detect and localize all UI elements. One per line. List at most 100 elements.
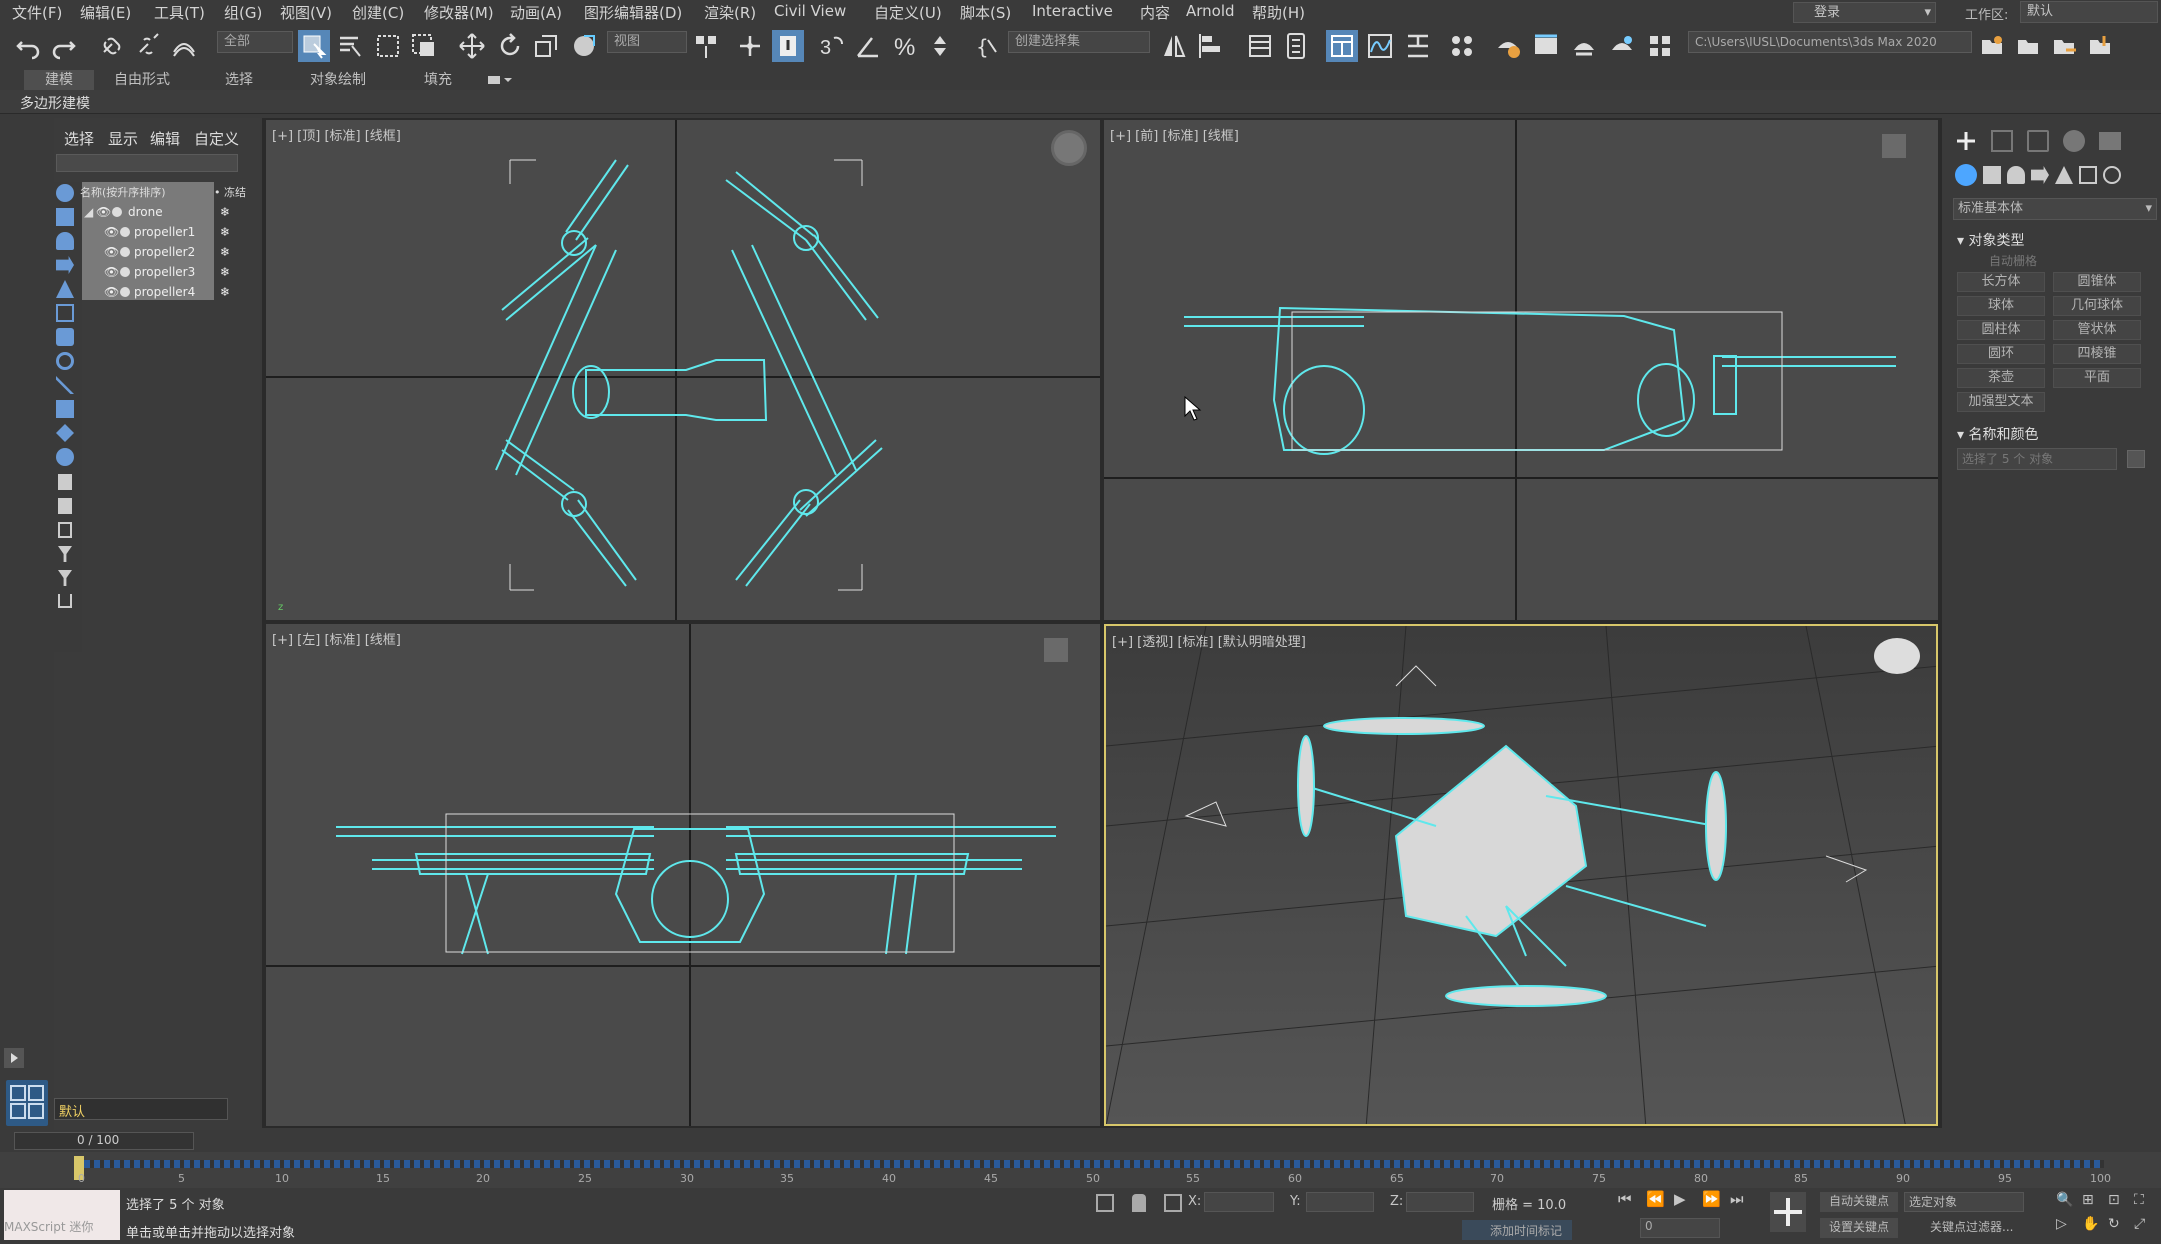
menu-content[interactable]: 内容 bbox=[1140, 2, 1170, 23]
plane-button[interactable]: 平面 bbox=[2053, 368, 2141, 388]
redo-icon[interactable] bbox=[48, 30, 80, 62]
select-by-name-icon[interactable] bbox=[334, 30, 366, 62]
login-dropdown[interactable]: 登录 ▾ bbox=[1793, 2, 1936, 23]
primitive-type-dropdown[interactable]: 标准基本体 ▾ bbox=[1953, 198, 2157, 220]
filter-all-icon[interactable] bbox=[58, 570, 72, 586]
expand-arrow-icon[interactable]: ◢ bbox=[84, 202, 93, 222]
menu-interactive[interactable]: Interactive bbox=[1032, 2, 1113, 20]
viewport-front[interactable]: [+] [前] [标准] [线框] bbox=[1104, 120, 1938, 620]
menu-views[interactable]: 视图(V) bbox=[280, 2, 332, 23]
project-path-dropdown[interactable]: C:\Users\IUSL\Documents\3ds Max 2020 bbox=[1688, 31, 1972, 53]
freeze-icon[interactable]: ❄ bbox=[220, 222, 230, 242]
timeline-track[interactable]: 0 5 10 15 20 25 30 35 40 45 50 55 60 65 … bbox=[0, 1152, 2161, 1188]
orbit-icon[interactable]: ↻ bbox=[2108, 1216, 2120, 1232]
named-selection-dropdown[interactable]: 创建选择集 bbox=[1008, 31, 1150, 53]
menu-create[interactable]: 创建(C) bbox=[352, 2, 404, 23]
menu-tools[interactable]: 工具(T) bbox=[154, 2, 205, 23]
menu-rendering[interactable]: 渲染(R) bbox=[704, 2, 756, 23]
lights-category-icon[interactable] bbox=[2007, 166, 2025, 184]
visibility-eye-icon[interactable]: 👁 bbox=[104, 262, 119, 282]
setkey-button[interactable]: 设置关键点 bbox=[1820, 1218, 1898, 1238]
viewport-top[interactable]: [+] [顶] [标准] [线框] z bbox=[266, 120, 1100, 620]
layer-manager-icon[interactable] bbox=[1244, 30, 1276, 62]
display-lights-icon[interactable] bbox=[56, 232, 74, 250]
scene-search-input[interactable] bbox=[56, 154, 238, 172]
systems-category-icon[interactable] bbox=[2103, 166, 2121, 184]
display-containers-icon[interactable] bbox=[56, 400, 74, 418]
display-list-icon[interactable] bbox=[58, 474, 72, 490]
menu-edit[interactable]: 编辑(E) bbox=[80, 2, 131, 23]
display-xrefs-icon[interactable] bbox=[56, 352, 74, 370]
cylinder-button[interactable]: 圆柱体 bbox=[1957, 320, 2045, 340]
shapes-category-icon[interactable] bbox=[1983, 166, 2001, 184]
display-groups-icon[interactable] bbox=[56, 328, 74, 346]
x-coord-field[interactable] bbox=[1204, 1192, 1274, 1212]
object-color-swatch[interactable] bbox=[2127, 450, 2145, 468]
freeze-icon[interactable]: ❄ bbox=[220, 282, 230, 302]
render-production-icon[interactable] bbox=[1568, 30, 1600, 62]
box-button[interactable]: 长方体 bbox=[1957, 272, 2045, 292]
angle-snap-icon[interactable] bbox=[852, 30, 884, 62]
teapot-button[interactable]: 茶壶 bbox=[1957, 368, 2045, 388]
display-cameras-icon[interactable] bbox=[56, 256, 74, 274]
menu-animation[interactable]: 动画(A) bbox=[510, 2, 562, 23]
tube-button[interactable]: 管状体 bbox=[2053, 320, 2141, 340]
visibility-eye-icon[interactable]: 👁 bbox=[104, 222, 119, 242]
geometry-category-icon[interactable] bbox=[1955, 164, 1977, 186]
pyramid-button[interactable]: 四棱锥 bbox=[2053, 344, 2141, 364]
rendered-frame-window-icon[interactable] bbox=[1530, 30, 1562, 62]
spacewarps-category-icon[interactable] bbox=[2079, 166, 2097, 184]
menu-civil-view[interactable]: Civil View bbox=[774, 2, 846, 20]
freeze-icon[interactable]: ❄ bbox=[220, 202, 230, 222]
zoom-extents-icon[interactable]: ⊡ bbox=[2108, 1192, 2120, 1208]
maximize-viewport-icon[interactable]: ⤢ bbox=[2134, 1216, 2145, 1232]
rollout-name-color[interactable]: ▾ 名称和颜色 bbox=[1957, 424, 2038, 444]
rect-selection-icon[interactable] bbox=[372, 30, 404, 62]
isolate-selection-icon[interactable] bbox=[1096, 1194, 1114, 1212]
current-frame-field[interactable]: 0 bbox=[1640, 1218, 1720, 1238]
geosphere-button[interactable]: 几何球体 bbox=[2053, 296, 2141, 316]
visibility-eye-icon[interactable]: 👁 bbox=[104, 282, 119, 302]
torus-button[interactable]: 圆环 bbox=[1957, 344, 2045, 364]
scene-tab-display[interactable]: 显示 bbox=[108, 128, 138, 149]
helpers-category-icon[interactable] bbox=[2055, 166, 2073, 184]
object-name-field[interactable]: 选择了 5 个 对象 bbox=[1957, 448, 2117, 470]
project-folder-icon[interactable] bbox=[1976, 30, 2008, 62]
menu-scripting[interactable]: 脚本(S) bbox=[960, 2, 1011, 23]
ribbon-tab-freeform[interactable]: 自由形式 bbox=[104, 70, 180, 90]
layer-dropdown[interactable]: 默认 bbox=[54, 1098, 228, 1120]
freeze-column-header[interactable]: • 冻结 bbox=[214, 184, 246, 200]
edit-named-selection-icon[interactable]: { bbox=[972, 30, 1004, 62]
pivot-icon[interactable] bbox=[690, 30, 722, 62]
scene-tab-customize[interactable]: 自定义 bbox=[194, 128, 239, 149]
autogrid-checkbox[interactable]: 自动栅格 bbox=[1989, 252, 2037, 269]
y-coord-field[interactable] bbox=[1306, 1192, 1374, 1212]
display-helpers-icon[interactable] bbox=[56, 280, 74, 298]
mirror-icon[interactable] bbox=[1158, 30, 1190, 62]
ribbon-tab-selection[interactable]: 选择 bbox=[208, 70, 270, 90]
ribbon-options-icon[interactable] bbox=[484, 72, 514, 88]
scale-icon[interactable] bbox=[530, 30, 562, 62]
display-bones-icon[interactable] bbox=[56, 376, 74, 394]
go-to-end-icon[interactable]: ⏭ bbox=[1730, 1190, 1744, 1208]
bind-spacewarp-icon[interactable] bbox=[168, 30, 200, 62]
key-filters-button[interactable]: 关键点过滤器... bbox=[1926, 1218, 2026, 1238]
keyboard-shortcut-override-icon[interactable] bbox=[772, 30, 804, 62]
prev-frame-icon[interactable]: ⏪ bbox=[1646, 1190, 1665, 1208]
spinner-snap-icon[interactable] bbox=[926, 30, 958, 62]
rotate-icon[interactable] bbox=[494, 30, 526, 62]
ribbon-tab-populate[interactable]: 填充 bbox=[408, 70, 468, 90]
menu-file[interactable]: 文件(F) bbox=[12, 2, 62, 23]
toggle-ribbon-icon[interactable] bbox=[1326, 30, 1358, 62]
freeze-icon[interactable]: ❄ bbox=[220, 262, 230, 282]
lock-selection-icon[interactable] bbox=[1132, 1194, 1146, 1212]
scene-tab-edit[interactable]: 编辑 bbox=[150, 128, 180, 149]
go-to-start-icon[interactable]: ⏮ bbox=[1618, 1190, 1632, 1208]
render-iterative-icon[interactable] bbox=[1644, 30, 1676, 62]
expand-icon[interactable] bbox=[4, 1048, 24, 1068]
create-tab-icon[interactable] bbox=[1955, 130, 1977, 152]
schematic-view-icon[interactable] bbox=[1402, 30, 1434, 62]
reference-coord-dropdown[interactable]: 视图 bbox=[607, 31, 687, 53]
viewport-left[interactable]: [+] [左] [标准] [线框] bbox=[266, 624, 1100, 1126]
material-editor-icon[interactable] bbox=[1446, 30, 1478, 62]
